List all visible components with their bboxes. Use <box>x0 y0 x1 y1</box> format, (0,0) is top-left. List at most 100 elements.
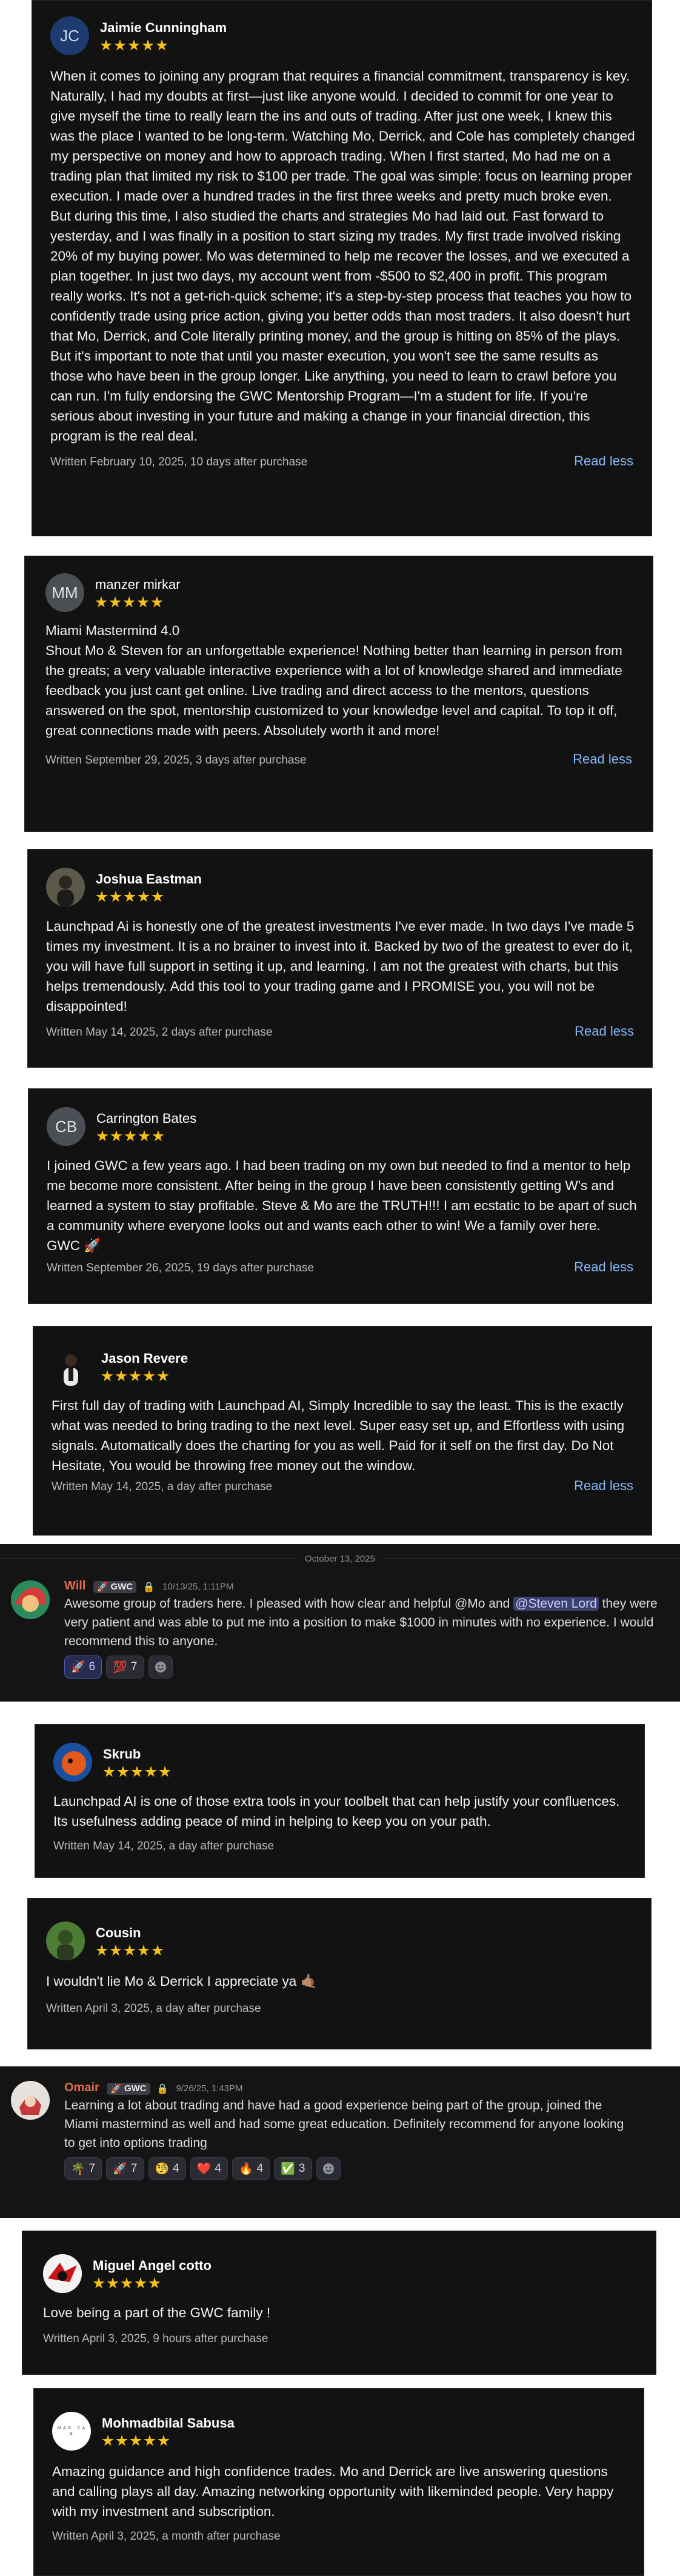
rocket-icon: 🚀 <box>71 1661 85 1674</box>
star-icon <box>110 891 122 902</box>
review-card: M A B · S A B Mohmadbilal Sabusa Amazing… <box>33 2388 644 2576</box>
reaction-palm[interactable]: 🌴 7 <box>64 2157 102 2180</box>
reaction-heart[interactable]: ❤️ 4 <box>190 2157 228 2180</box>
star-icon <box>135 2277 147 2289</box>
reaction-rocket[interactable]: 🚀 7 <box>106 2157 144 2180</box>
review-header: JC Jaimie Cunningham <box>50 16 633 55</box>
star-icon <box>124 1945 136 1956</box>
star-icon <box>124 891 136 902</box>
star-icon <box>148 2277 161 2289</box>
star-icon <box>116 2435 128 2446</box>
star-rating <box>101 1370 188 1382</box>
user-mention[interactable]: @Steven Lord <box>513 1597 599 1611</box>
reviewer-name: Cousin <box>96 1925 141 1940</box>
star-icon <box>103 1766 115 1777</box>
review-text: I wouldn't lie Mo & Derrick I appreciate… <box>46 1974 318 1989</box>
review-text: Launchpad Ai is honestly one of the grea… <box>46 919 635 1014</box>
rocket-icon: 🚀 <box>96 1582 108 1593</box>
reaction-count: 4 <box>173 2162 179 2175</box>
read-less-link[interactable]: Read less <box>574 1259 633 1275</box>
review-card: Cousin I wouldn't lie Mo & Derrick I app… <box>27 1898 652 2049</box>
reviewer-name: Mohmadbilal Sabusa <box>102 2415 235 2431</box>
heart-icon: ❤️ <box>196 2163 212 2175</box>
avatar <box>43 2254 82 2293</box>
star-icon <box>157 1370 169 1382</box>
reaction-count: 4 <box>215 2162 221 2175</box>
review-text: First full day of trading with Launchpad… <box>52 1398 625 1473</box>
read-less-link[interactable]: Read less <box>574 1478 633 1494</box>
read-less-link[interactable]: Read less <box>574 453 633 469</box>
reaction-fire[interactable]: 🔥 4 <box>232 2157 270 2180</box>
date-divider-label: October 13, 2025 <box>305 1554 375 1564</box>
lock-icon: 🔒 <box>142 1582 155 1593</box>
star-icon <box>115 1370 127 1382</box>
star-icon <box>152 1130 164 1142</box>
star-icon <box>96 891 108 902</box>
review-card: MM manzer mirkar Miami Mastermind 4.0 Sh… <box>24 556 653 832</box>
fire-icon: 🔥 <box>239 2163 253 2175</box>
written-date: Written May 14, 2025, 2 days after purch… <box>46 1026 273 1039</box>
star-icon <box>93 2277 105 2289</box>
person-photo-icon <box>46 868 85 907</box>
star-icon <box>151 596 163 608</box>
reviewer-name: manzer mirkar <box>95 577 181 592</box>
avatar <box>46 1922 85 1960</box>
review-text: I joined GWC a few years ago. I had been… <box>47 1158 637 1253</box>
avatar: CB <box>47 1107 85 1146</box>
star-icon <box>114 39 126 51</box>
reaction-rocket[interactable]: 🚀 6 <box>64 1656 102 1679</box>
star-rating <box>95 596 181 608</box>
username[interactable]: Will <box>64 1579 85 1593</box>
read-less-link[interactable]: Read less <box>573 751 632 767</box>
avatar-logo-text: M A B · S A B <box>57 2426 86 2436</box>
star-icon <box>138 1945 150 1956</box>
star-rating <box>103 1766 171 1778</box>
avatar: JC <box>50 16 89 55</box>
add-reaction-button[interactable] <box>148 1656 173 1679</box>
review-text: Love being a part of the GWC family ! <box>43 2305 271 2320</box>
star-rating <box>96 1945 164 1957</box>
review-card: Skrub Launchpad AI is one of those extra… <box>35 1724 645 1878</box>
reaction-check[interactable]: ✅ 3 <box>274 2157 312 2180</box>
star-icon <box>96 1130 108 1142</box>
review-subtitle: Miami Mastermind 4.0 <box>45 623 180 638</box>
written-date: Written May 14, 2025, a day after purcha… <box>53 1840 275 1852</box>
reviewer-name: Jason Revere <box>101 1351 188 1366</box>
rocket-icon: 🚀 <box>113 2163 127 2175</box>
star-icon <box>121 2277 133 2289</box>
star-icon <box>156 39 168 51</box>
brand-logo-icon <box>43 2254 82 2293</box>
check-mark-icon: ✅ <box>281 2163 295 2175</box>
reaction-monocle[interactable]: 🧐 4 <box>148 2157 186 2180</box>
add-reaction-button[interactable] <box>316 2157 341 2180</box>
monocle-face-icon: 🧐 <box>155 2163 170 2175</box>
reaction-hundred[interactable]: 💯 7 <box>106 1656 144 1679</box>
message-text: Learning a lot about trading and have ha… <box>64 2098 624 2150</box>
reviewer-name: Miguel Angel cotto <box>93 2258 212 2273</box>
star-icon <box>159 1766 171 1777</box>
written-date: Written April 3, 2025, a month after pur… <box>52 2530 281 2543</box>
reviewer-name: Joshua Eastman <box>96 871 202 887</box>
review-card: Joshua Eastman Launchpad Ai is honestly … <box>27 849 653 1068</box>
reviewer-name: Carrington Bates <box>96 1111 197 1126</box>
username[interactable]: Omair <box>64 2081 99 2094</box>
star-icon <box>117 1766 129 1777</box>
review-card: Miguel Angel cotto Love being a part of … <box>22 2231 656 2375</box>
server-tag-label: GWC <box>110 1582 133 1593</box>
date-divider: October 13, 2025 <box>0 1554 680 1564</box>
avatar: MM <box>45 573 84 612</box>
star-icon <box>124 1130 136 1142</box>
avatar <box>11 1580 50 1619</box>
server-tag: 🚀 GWC <box>93 1580 137 1593</box>
add-reaction-icon <box>322 2163 334 2174</box>
written-date: Written April 3, 2025, a day after purch… <box>46 2002 261 2015</box>
read-less-link[interactable]: Read less <box>575 1023 634 1039</box>
message-text: Awesome group of traders here. I pleased… <box>64 1594 664 1651</box>
star-icon <box>100 39 112 51</box>
star-rating <box>102 2435 235 2447</box>
timestamp: 10/13/25, 1:11PM <box>162 1582 234 1593</box>
star-icon <box>152 1945 164 1956</box>
star-icon <box>142 39 154 51</box>
avatar <box>46 868 85 907</box>
review-text: Launchpad AI is one of those extra tools… <box>53 1794 620 1829</box>
